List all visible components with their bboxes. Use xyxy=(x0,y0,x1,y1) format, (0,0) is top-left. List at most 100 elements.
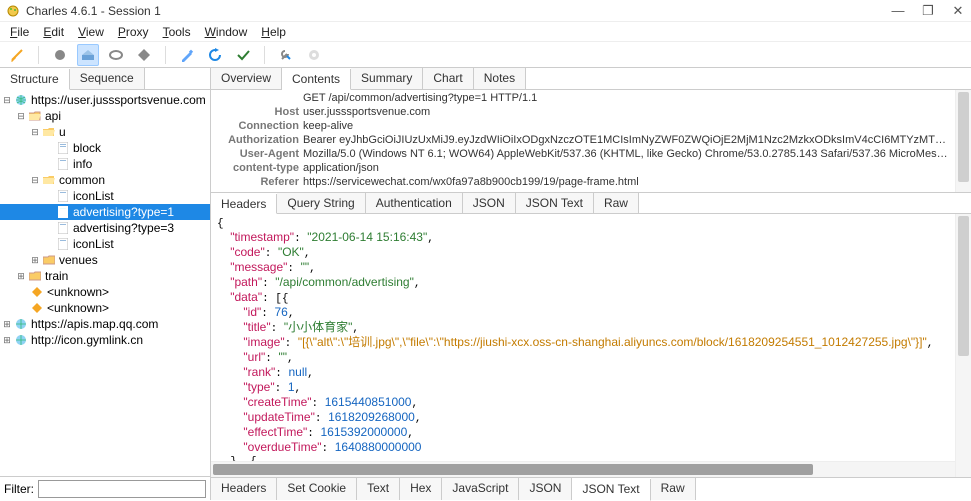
reqtab-auth[interactable]: Authentication xyxy=(366,193,463,213)
tree-item-unknown[interactable]: <unknown> xyxy=(0,300,210,316)
menu-file[interactable]: File xyxy=(4,23,35,41)
tools-icon[interactable] xyxy=(275,44,297,66)
menu-window[interactable]: Window xyxy=(199,23,254,41)
toolbar xyxy=(0,42,971,68)
diamond-icon xyxy=(30,285,44,299)
hdr-connection: keep-alive xyxy=(303,120,953,132)
close-button[interactable]: ✕ xyxy=(951,3,965,19)
reqtab-headers[interactable]: Headers xyxy=(211,194,277,214)
scrollbar-horizontal[interactable] xyxy=(211,461,955,477)
tree-item-block[interactable]: block xyxy=(0,140,210,156)
file-icon xyxy=(56,237,70,251)
folder-icon xyxy=(28,269,42,283)
tab-summary[interactable]: Summary xyxy=(351,68,423,89)
tree-item-unknown[interactable]: <unknown> xyxy=(0,284,210,300)
folder-open-icon xyxy=(28,109,42,123)
folder-open-icon xyxy=(42,173,56,187)
resptab-hex[interactable]: Hex xyxy=(400,478,442,500)
check-icon[interactable] xyxy=(232,44,254,66)
tree-item-iconlist2[interactable]: iconList xyxy=(0,236,210,252)
hdr-ct: application/json xyxy=(303,162,953,174)
refresh-icon[interactable] xyxy=(204,44,226,66)
tree-folder-train[interactable]: ⊞train xyxy=(0,268,210,284)
globe-icon xyxy=(14,317,28,331)
tree-item-iconlist[interactable]: iconList xyxy=(0,188,210,204)
hdr-connection-label: Connection xyxy=(217,120,299,132)
menu-edit[interactable]: Edit xyxy=(37,23,70,41)
minimize-button[interactable]: — xyxy=(891,3,905,19)
tree-host[interactable]: ⊞http://icon.gymlink.cn xyxy=(0,332,210,348)
menu-view[interactable]: View xyxy=(72,23,110,41)
hdr-ua: Mozilla/5.0 (Windows NT 6.1; WOW64) Appl… xyxy=(303,148,953,160)
folder-open-icon xyxy=(42,125,56,139)
tab-notes[interactable]: Notes xyxy=(474,68,526,89)
tree-host[interactable]: ⊟https://user.jusssportsvenue.com xyxy=(0,92,210,108)
hdr-host: user.jusssportsvenue.com xyxy=(303,106,953,118)
resptab-setcookie[interactable]: Set Cookie xyxy=(277,478,357,500)
filter-label: Filter: xyxy=(4,482,34,496)
tab-contents[interactable]: Contents xyxy=(282,69,351,90)
tree-item-info[interactable]: info xyxy=(0,156,210,172)
tree-host[interactable]: ⊞https://apis.map.qq.com xyxy=(0,316,210,332)
structure-tree[interactable]: ⊟https://user.jusssportsvenue.com ⊟api ⊟… xyxy=(0,90,210,476)
scrollbar-vertical[interactable] xyxy=(955,214,971,477)
menu-bar: File Edit View Proxy Tools Window Help xyxy=(0,22,971,42)
file-icon xyxy=(56,205,70,219)
json-text-view[interactable]: { "timestamp": "2021-06-14 15:16:43", "c… xyxy=(211,214,971,477)
hdr-host-label: Host xyxy=(217,106,299,118)
diamond-icon xyxy=(30,301,44,315)
tree-folder-venues[interactable]: ⊞venues xyxy=(0,252,210,268)
broom-icon[interactable] xyxy=(6,44,28,66)
hdr-referer-label: Referer xyxy=(217,176,299,188)
hdr-referer: https://servicewechat.com/wx0fa97a8b900c… xyxy=(303,176,953,188)
hdr-ua-label: User-Agent xyxy=(217,148,299,160)
hdr-auth-label: Authorization xyxy=(217,134,299,146)
tab-structure[interactable]: Structure xyxy=(0,69,70,90)
menu-proxy[interactable]: Proxy xyxy=(112,23,155,41)
filter-input[interactable] xyxy=(38,480,206,498)
maximize-button[interactable]: ❐ xyxy=(921,3,935,19)
request-line: GET /api/common/advertising?type=1 HTTP/… xyxy=(303,92,953,104)
tree-folder-u[interactable]: ⊟u xyxy=(0,124,210,140)
tree-folder-api[interactable]: ⊟api xyxy=(0,108,210,124)
response-body-pane: { "timestamp": "2021-06-14 15:16:43", "c… xyxy=(211,214,971,478)
scrollbar-vertical[interactable] xyxy=(955,90,971,192)
file-icon xyxy=(56,157,70,171)
edit-icon[interactable] xyxy=(176,44,198,66)
globe-icon xyxy=(14,333,28,347)
menu-tools[interactable]: Tools xyxy=(157,23,197,41)
window-title: Charles 4.6.1 - Session 1 xyxy=(26,4,891,18)
reqtab-json[interactable]: JSON xyxy=(463,193,516,213)
reqtab-query[interactable]: Query String xyxy=(277,193,365,213)
hdr-auth: Bearer eyJhbGciOiJIUzUxMiJ9.eyJzdWIiOiIx… xyxy=(303,134,953,146)
app-icon xyxy=(6,4,20,18)
resptab-jsontext[interactable]: JSON Text xyxy=(572,479,650,501)
resptab-raw[interactable]: Raw xyxy=(651,478,696,500)
right-pane: Overview Contents Summary Chart Notes GE… xyxy=(211,68,971,500)
tab-chart[interactable]: Chart xyxy=(423,68,473,89)
reqtab-raw[interactable]: Raw xyxy=(594,193,639,213)
throttle-icon[interactable] xyxy=(105,44,127,66)
resptab-text[interactable]: Text xyxy=(357,478,400,500)
folder-icon xyxy=(42,253,56,267)
globe-icon xyxy=(14,93,28,107)
tree-item-adv1[interactable]: advertising?type=1 xyxy=(0,204,210,220)
settings-icon[interactable] xyxy=(303,44,325,66)
resptab-json[interactable]: JSON xyxy=(519,478,572,500)
file-icon xyxy=(56,141,70,155)
request-headers-pane: GET /api/common/advertising?type=1 HTTP/… xyxy=(211,90,971,192)
tree-item-adv3[interactable]: advertising?type=3 xyxy=(0,220,210,236)
file-icon xyxy=(56,189,70,203)
tab-sequence[interactable]: Sequence xyxy=(70,68,145,89)
resptab-headers[interactable]: Headers xyxy=(211,478,277,500)
ssl-proxy-icon[interactable] xyxy=(77,44,99,66)
file-icon xyxy=(56,221,70,235)
reqtab-jsontext[interactable]: JSON Text xyxy=(516,193,594,213)
breakpoints-icon[interactable] xyxy=(133,44,155,66)
record-icon[interactable] xyxy=(49,44,71,66)
resptab-javascript[interactable]: JavaScript xyxy=(442,478,519,500)
tree-folder-common[interactable]: ⊟common xyxy=(0,172,210,188)
tab-overview[interactable]: Overview xyxy=(211,68,282,89)
menu-help[interactable]: Help xyxy=(255,23,292,41)
hdr-ct-label: content-type xyxy=(217,162,299,174)
